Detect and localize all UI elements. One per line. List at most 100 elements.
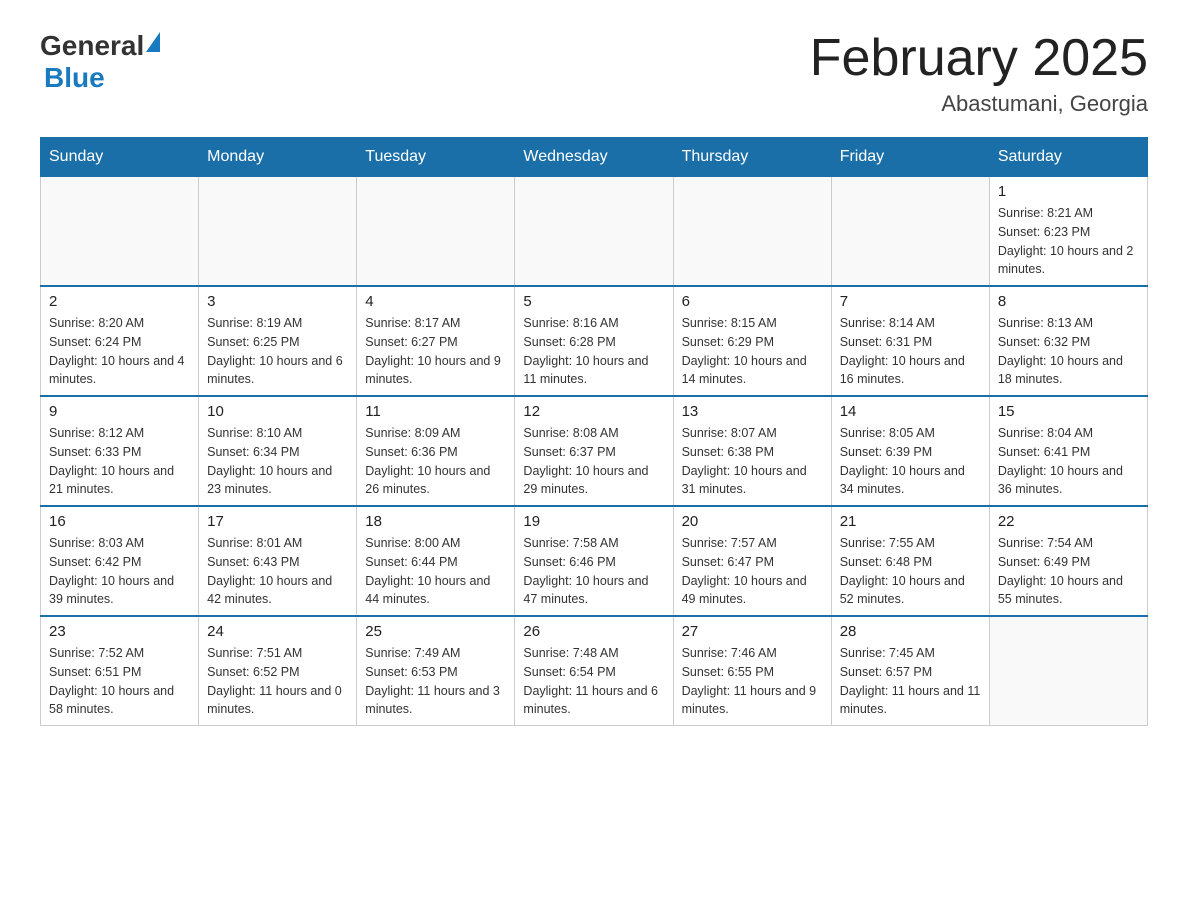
day-number: 9 xyxy=(49,403,190,420)
day-info: Sunrise: 8:07 AMSunset: 6:38 PMDaylight:… xyxy=(682,424,823,499)
calendar-week-row: 9 Sunrise: 8:12 AMSunset: 6:33 PMDaylight… xyxy=(41,396,1148,506)
day-number: 3 xyxy=(207,293,348,310)
day-number: 7 xyxy=(840,293,981,310)
calendar-day-cell: 16 Sunrise: 8:03 AMSunset: 6:42 PMDayligh… xyxy=(41,506,199,616)
day-info: Sunrise: 8:12 AMSunset: 6:33 PMDaylight:… xyxy=(49,424,190,499)
calendar-day-cell: 19Sunrise: 7:58 AMSunset: 6:46 PMDayligh… xyxy=(515,506,673,616)
calendar-day-cell xyxy=(989,616,1147,726)
day-info: Sunrise: 8:15 AMSunset: 6:29 PMDaylight:… xyxy=(682,314,823,389)
day-number: 15 xyxy=(998,403,1139,420)
calendar-day-cell: 24 Sunrise: 7:51 AMSunset: 6:52 PMDayligh… xyxy=(199,616,357,726)
day-number: 18 xyxy=(365,513,506,530)
calendar-week-row: 2 Sunrise: 8:20 AMSunset: 6:24 PMDaylight… xyxy=(41,286,1148,396)
day-number: 27 xyxy=(682,623,823,640)
calendar-day-cell: 5 Sunrise: 8:16 AMSunset: 6:28 PMDaylight… xyxy=(515,286,673,396)
day-info: Sunrise: 8:08 AMSunset: 6:37 PMDaylight:… xyxy=(523,424,664,499)
day-info: Sunrise: 8:20 AMSunset: 6:24 PMDaylight:… xyxy=(49,314,190,389)
day-of-week-header: Tuesday xyxy=(357,138,515,177)
logo-general-text: General xyxy=(40,30,144,62)
day-number: 16 xyxy=(49,513,190,530)
calendar-day-cell xyxy=(831,177,989,287)
calendar-week-row: 23 Sunrise: 7:52 AMSunset: 6:51 PMDayligh… xyxy=(41,616,1148,726)
calendar-day-cell: 2 Sunrise: 8:20 AMSunset: 6:24 PMDaylight… xyxy=(41,286,199,396)
calendar-day-cell: 1 Sunrise: 8:21 AMSunset: 6:23 PMDaylight… xyxy=(989,177,1147,287)
day-info: Sunrise: 7:46 AMSunset: 6:55 PMDaylight:… xyxy=(682,644,823,719)
calendar-day-cell: 9 Sunrise: 8:12 AMSunset: 6:33 PMDaylight… xyxy=(41,396,199,506)
day-info: Sunrise: 8:00 AMSunset: 6:44 PMDaylight:… xyxy=(365,534,506,609)
day-number: 13 xyxy=(682,403,823,420)
day-number: 23 xyxy=(49,623,190,640)
calendar-week-row: 16 Sunrise: 8:03 AMSunset: 6:42 PMDayligh… xyxy=(41,506,1148,616)
day-info: Sunrise: 8:21 AMSunset: 6:23 PMDaylight:… xyxy=(998,204,1139,279)
day-number: 2 xyxy=(49,293,190,310)
calendar-day-cell: 18 Sunrise: 8:00 AMSunset: 6:44 PMDayligh… xyxy=(357,506,515,616)
day-info: Sunrise: 8:10 AMSunset: 6:34 PMDaylight:… xyxy=(207,424,348,499)
day-of-week-header: Sunday xyxy=(41,138,199,177)
day-info: Sunrise: 8:09 AMSunset: 6:36 PMDaylight:… xyxy=(365,424,506,499)
day-info: Sunrise: 8:04 AMSunset: 6:41 PMDaylight:… xyxy=(998,424,1139,499)
day-of-week-header: Wednesday xyxy=(515,138,673,177)
day-number: 17 xyxy=(207,513,348,530)
calendar-day-cell: 4 Sunrise: 8:17 AMSunset: 6:27 PMDaylight… xyxy=(357,286,515,396)
calendar-day-cell xyxy=(357,177,515,287)
day-number: 1 xyxy=(998,183,1139,200)
calendar-day-cell: 25Sunrise: 7:49 AMSunset: 6:53 PMDayligh… xyxy=(357,616,515,726)
day-number: 4 xyxy=(365,293,506,310)
day-info: Sunrise: 8:16 AMSunset: 6:28 PMDaylight:… xyxy=(523,314,664,389)
calendar-day-cell: 15 Sunrise: 8:04 AMSunset: 6:41 PMDayligh… xyxy=(989,396,1147,506)
calendar-week-row: 1 Sunrise: 8:21 AMSunset: 6:23 PMDaylight… xyxy=(41,177,1148,287)
day-number: 20 xyxy=(682,513,823,530)
day-number: 21 xyxy=(840,513,981,530)
day-info: Sunrise: 7:54 AMSunset: 6:49 PMDaylight:… xyxy=(998,534,1139,609)
calendar-day-cell: 20 Sunrise: 7:57 AMSunset: 6:47 PMDayligh… xyxy=(673,506,831,616)
day-of-week-header: Thursday xyxy=(673,138,831,177)
calendar-day-cell: 11Sunrise: 8:09 AMSunset: 6:36 PMDayligh… xyxy=(357,396,515,506)
calendar-table: SundayMondayTuesdayWednesdayThursdayFrid… xyxy=(40,137,1148,726)
day-of-week-header: Saturday xyxy=(989,138,1147,177)
day-info: Sunrise: 7:58 AMSunset: 6:46 PMDaylight:… xyxy=(523,534,664,609)
calendar-day-cell: 14 Sunrise: 8:05 AMSunset: 6:39 PMDayligh… xyxy=(831,396,989,506)
calendar-day-cell: 3 Sunrise: 8:19 AMSunset: 6:25 PMDaylight… xyxy=(199,286,357,396)
calendar-day-cell: 28Sunrise: 7:45 AMSunset: 6:57 PMDayligh… xyxy=(831,616,989,726)
day-of-week-header: Friday xyxy=(831,138,989,177)
day-number: 12 xyxy=(523,403,664,420)
day-number: 26 xyxy=(523,623,664,640)
calendar-day-cell xyxy=(673,177,831,287)
calendar-day-cell: 22 Sunrise: 7:54 AMSunset: 6:49 PMDayligh… xyxy=(989,506,1147,616)
day-info: Sunrise: 8:14 AMSunset: 6:31 PMDaylight:… xyxy=(840,314,981,389)
day-info: Sunrise: 7:48 AMSunset: 6:54 PMDaylight:… xyxy=(523,644,664,719)
day-info: Sunrise: 8:01 AMSunset: 6:43 PMDaylight:… xyxy=(207,534,348,609)
calendar-day-cell: 10Sunrise: 8:10 AMSunset: 6:34 PMDayligh… xyxy=(199,396,357,506)
day-number: 22 xyxy=(998,513,1139,530)
calendar-day-cell: 8 Sunrise: 8:13 AMSunset: 6:32 PMDaylight… xyxy=(989,286,1147,396)
day-number: 14 xyxy=(840,403,981,420)
calendar-day-cell: 23 Sunrise: 7:52 AMSunset: 6:51 PMDayligh… xyxy=(41,616,199,726)
calendar-day-cell: 17 Sunrise: 8:01 AMSunset: 6:43 PMDayligh… xyxy=(199,506,357,616)
calendar-header-row: SundayMondayTuesdayWednesdayThursdayFrid… xyxy=(41,138,1148,177)
calendar-day-cell xyxy=(41,177,199,287)
day-number: 24 xyxy=(207,623,348,640)
day-number: 5 xyxy=(523,293,664,310)
day-info: Sunrise: 7:51 AMSunset: 6:52 PMDaylight:… xyxy=(207,644,348,719)
day-info: Sunrise: 8:03 AMSunset: 6:42 PMDaylight:… xyxy=(49,534,190,609)
day-number: 8 xyxy=(998,293,1139,310)
logo-triangle-icon xyxy=(146,32,160,52)
logo: General Blue xyxy=(40,30,160,94)
calendar-day-cell xyxy=(199,177,357,287)
day-info: Sunrise: 7:57 AMSunset: 6:47 PMDaylight:… xyxy=(682,534,823,609)
calendar-day-cell: 6Sunrise: 8:15 AMSunset: 6:29 PMDaylight… xyxy=(673,286,831,396)
calendar-day-cell: 12 Sunrise: 8:08 AMSunset: 6:37 PMDayligh… xyxy=(515,396,673,506)
month-title: February 2025 xyxy=(810,30,1148,87)
day-info: Sunrise: 8:13 AMSunset: 6:32 PMDaylight:… xyxy=(998,314,1139,389)
day-info: Sunrise: 7:52 AMSunset: 6:51 PMDaylight:… xyxy=(49,644,190,719)
day-info: Sunrise: 8:17 AMSunset: 6:27 PMDaylight:… xyxy=(365,314,506,389)
calendar-day-cell: 7 Sunrise: 8:14 AMSunset: 6:31 PMDaylight… xyxy=(831,286,989,396)
day-info: Sunrise: 8:19 AMSunset: 6:25 PMDaylight:… xyxy=(207,314,348,389)
location-subtitle: Abastumani, Georgia xyxy=(810,91,1148,117)
day-of-week-header: Monday xyxy=(199,138,357,177)
day-number: 28 xyxy=(840,623,981,640)
day-info: Sunrise: 7:49 AMSunset: 6:53 PMDaylight:… xyxy=(365,644,506,719)
day-info: Sunrise: 8:05 AMSunset: 6:39 PMDaylight:… xyxy=(840,424,981,499)
calendar-day-cell xyxy=(515,177,673,287)
calendar-day-cell: 26 Sunrise: 7:48 AMSunset: 6:54 PMDayligh… xyxy=(515,616,673,726)
